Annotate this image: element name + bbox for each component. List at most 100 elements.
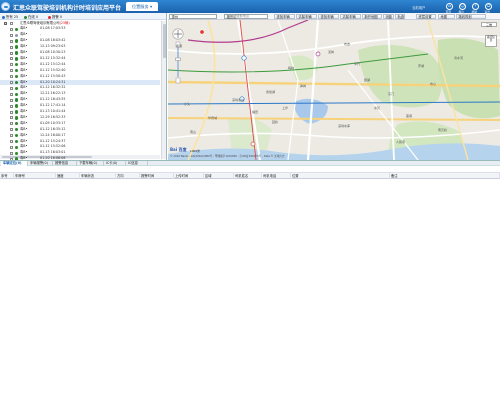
vehicle-checkbox[interactable]: [10, 39, 13, 43]
vehicle-checkbox[interactable]: [10, 122, 13, 126]
map-toolbar-button[interactable]: 查找车辆: [318, 13, 339, 19]
tab-bottom-5[interactable]: IC信息: [126, 161, 148, 166]
vehicle-status-icon: [15, 45, 19, 49]
map-place-label: 银湖: [364, 78, 371, 82]
map-place-label: 华侨城: [208, 116, 218, 120]
tree-filter-bar: 所有 25 在线 0 报警 0: [0, 13, 166, 20]
map-toolbar-button[interactable]: 底层设置: [416, 13, 436, 19]
traffic-button[interactable]: 路况信息: [485, 35, 497, 47]
tab-bottom-4[interactable]: IC卡(0): [104, 161, 126, 166]
vehicle-status-icon: [15, 104, 19, 108]
vehicle-checkbox[interactable]: [10, 98, 13, 102]
online-icon: [24, 15, 27, 19]
vehicle-status-icon: [15, 139, 19, 144]
map-toolbar-button[interactable]: 清除车辆: [296, 13, 317, 19]
map-place-label: 东门: [388, 92, 395, 96]
filter-alarm-label: 报警 0: [52, 15, 63, 19]
map-place-label: 梅林: [288, 66, 295, 70]
vehicle-status-icon: [15, 74, 19, 79]
map-toolbar-button[interactable]: 测距: [383, 13, 394, 19]
map-place-label: 南山: [190, 130, 197, 134]
map-canvas[interactable]: [168, 20, 500, 160]
vehicle-tree-panel: 所有 25 在线 0 报警 0 − 汇思众联驾驶培训有限公司(25辆) 粤B• 01-…: [0, 13, 167, 161]
vehicle-status-icon: [15, 133, 19, 138]
vehicle-checkbox[interactable]: [10, 145, 13, 149]
vehicle-checkbox[interactable]: [10, 128, 13, 132]
tab-location-service[interactable]: 位置服务 ▾: [126, 2, 158, 11]
map-place-label: 深圳北站: [232, 98, 245, 102]
current-user[interactable]: 当前用户: [412, 5, 426, 10]
vehicle-status-icon: [15, 151, 19, 155]
vehicle-status-icon: [15, 127, 19, 132]
map-place-label: 园岭: [272, 120, 279, 124]
group-checkbox[interactable]: [10, 22, 13, 25]
vehicle-checkbox[interactable]: [10, 63, 13, 67]
vehicle-status-icon: [15, 68, 19, 73]
map-place-label: 布心: [430, 82, 437, 86]
vehicle-checkbox[interactable]: [10, 57, 13, 61]
vehicle-checkbox[interactable]: [10, 69, 13, 73]
map-toolbar-button[interactable]: 新开地图: [362, 13, 382, 19]
city-select[interactable]: 惠州: [169, 13, 217, 19]
filter-online-label: 在线 0: [28, 15, 39, 19]
filter-all[interactable]: 所有 25: [2, 14, 18, 19]
vehicle-checkbox[interactable]: [10, 110, 13, 114]
map-place-label: 罗湖: [418, 64, 425, 68]
app-title: 汇思众联驾驶培训机构计时培训应用平台: [13, 5, 122, 12]
map-type-toggle[interactable]: 三维: [481, 22, 497, 27]
vehicle-checkbox[interactable]: [10, 81, 13, 84]
tab-bottom-1[interactable]: 车辆报警(0): [28, 161, 53, 166]
tab-bottom-3[interactable]: 下载车辆(0): [77, 161, 104, 166]
vehicle-status-icon: [15, 80, 19, 85]
collapse-toggle-icon[interactable]: −: [4, 22, 7, 25]
vehicle-checkbox[interactable]: [10, 140, 13, 143]
logo-icon: [1, 2, 10, 11]
map-place-label: 笋岗: [300, 84, 307, 88]
vehicle-checkbox[interactable]: [10, 51, 13, 55]
vehicle-grid-body: [0, 179, 500, 400]
map-toolbar-button[interactable]: 地图: [438, 13, 455, 19]
vehicle-status-icon: [15, 33, 19, 37]
map-copyright: © 2016 Baidu - GS(2016)2089号 - 甲测资字11009…: [170, 155, 285, 158]
map-scale: 1000米: [190, 149, 200, 153]
tab-bottom-0[interactable]: 车辆定位(0): [1, 161, 28, 166]
vehicle-checkbox[interactable]: [10, 116, 13, 120]
map-place-label: 香港: [176, 44, 183, 48]
map-place-label: 上步: [282, 106, 289, 110]
map-toolbar-button[interactable]: 查找车辆: [274, 13, 295, 19]
map-toolbar-button[interactable]: 清除车辆: [340, 13, 361, 19]
vehicle-checkbox[interactable]: [10, 151, 13, 155]
vehicle-status-icon: [15, 110, 19, 114]
vehicle-checkbox[interactable]: [10, 104, 13, 108]
place-search-input[interactable]: 搜索地点: [236, 14, 249, 20]
vehicle-status-icon: [15, 63, 19, 67]
map-toolbar-button[interactable]: 轨迹: [395, 13, 405, 19]
vehicle-checkbox[interactable]: [10, 45, 13, 49]
vehicle-status-icon: [15, 116, 19, 120]
vehicle-checkbox[interactable]: [10, 92, 13, 96]
tab-bottom-2[interactable]: 报警信息: [53, 161, 77, 166]
vehicle-checkbox[interactable]: [10, 33, 13, 37]
vehicle-checkbox[interactable]: [10, 75, 13, 79]
map-place-label: 清水河: [454, 56, 464, 60]
vehicle-checkbox[interactable]: [10, 27, 13, 31]
vehicle-checkbox[interactable]: [10, 86, 13, 90]
map-place-label: 布吉: [344, 42, 351, 46]
map-place-label: 深圳水库: [338, 124, 351, 128]
zoom-control[interactable]: [172, 28, 184, 86]
map-place-label: 福田: [252, 110, 259, 114]
map-place-label: 沙头: [184, 102, 191, 106]
vehicle-checkbox[interactable]: [10, 134, 13, 138]
vehicle-status-icon: [15, 145, 19, 150]
vehicle-status-icon: [15, 122, 19, 126]
map-view[interactable]: 惠州 福田区 搜索地点 查找车辆 清除车辆 查找车辆 清除车辆 新开地图 测距 轨迹 底层设置…: [168, 13, 500, 160]
map-place-label: 人民南: [396, 140, 406, 144]
tree-scroll-thumb[interactable]: [162, 24, 166, 58]
vehicle-status-icon: [15, 27, 19, 32]
map-place-label: 莲塘: [406, 114, 413, 118]
map-place-label: 翠竹: [354, 62, 361, 66]
filter-online[interactable]: 在线 0: [24, 14, 38, 19]
map-toolbar-button[interactable]: 路线规划: [456, 13, 486, 19]
tree-scrollbar[interactable]: [161, 21, 166, 159]
filter-alarm[interactable]: 报警 0: [48, 14, 62, 19]
